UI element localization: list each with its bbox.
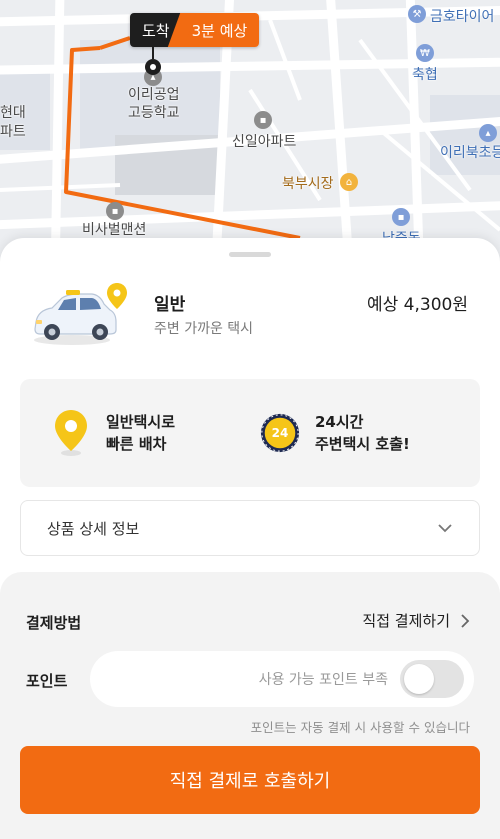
destination-marker-icon <box>145 59 161 75</box>
map-label-apartment-partial-2: 파트 <box>0 124 26 140</box>
payment-method-selector[interactable]: 직접 결제하기 <box>362 610 470 631</box>
apartment-icon[interactable]: ▪ <box>254 111 272 129</box>
map-label-apartment-partial-1: 현대 <box>0 105 26 121</box>
payment-method-value: 직접 결제하기 <box>362 612 450 630</box>
tire-shop-icon[interactable]: ⚒ <box>408 5 426 23</box>
feature-1-line-1: 일반택시로 <box>106 413 176 431</box>
map-label-bank: 축협 <box>412 67 438 83</box>
estimated-price: 예상 4,300원 <box>367 295 468 315</box>
feature-1-line-2: 빠른 배차 <box>106 435 167 453</box>
eta-badge: 도착 3분 예상 <box>130 13 260 47</box>
map-view[interactable]: 현대 파트 ⚒ 금호타이어 ▴ 이리공업 고등학교 ₩ 축협 ▪ 신일아파트 ▴… <box>0 0 500 270</box>
sheet-drag-handle[interactable] <box>229 252 271 257</box>
24-hour-icon: 24 <box>259 409 301 457</box>
product-title: 일반 <box>154 295 186 315</box>
product-subtitle: 주변 가까운 택시 <box>154 321 254 337</box>
map-label-elementary: 이리북초등 <box>440 145 500 161</box>
point-placeholder: 사용 가능 포인트 부족 <box>258 672 388 688</box>
location-pin-icon <box>50 409 92 457</box>
taxi-car-icon <box>30 282 130 348</box>
feature-2-line-2: 주변택시 호출! <box>315 435 410 453</box>
map-label-mansion: 비사벌맨션 <box>82 222 147 238</box>
feature-fast-dispatch: 일반택시로 빠른 배차 <box>50 379 175 487</box>
eta-time-label: 3분 예상 <box>167 13 260 47</box>
bottom-sheet: 일반 주변 가까운 택시 예상 4,300원 일반택시로 빠른 배차 24 24… <box>0 238 500 839</box>
point-toggle-knob <box>404 664 434 694</box>
elementary-school-icon[interactable]: ▴ <box>479 124 497 142</box>
chevron-right-icon <box>461 613 470 628</box>
product-detail-label: 상품 상세 정보 <box>47 519 140 538</box>
point-toggle[interactable] <box>400 660 464 698</box>
map-label-school-2: 고등학교 <box>128 105 180 121</box>
map-label-school-1: 이리공업 <box>128 87 180 103</box>
map-label-tire-shop: 금호타이어 <box>430 9 495 25</box>
point-note: 포인트는 자동 결제 시 사용할 수 있습니다 <box>250 720 470 735</box>
feature-2-line-1: 24시간 <box>315 413 364 431</box>
map-label-apartment: 신일아파트 <box>232 134 297 150</box>
point-label: 포인트 <box>26 672 68 690</box>
district-office-icon[interactable]: ▪ <box>392 208 410 226</box>
payment-panel: 결제방법 직접 결제하기 포인트 사용 가능 포인트 부족 포인트는 자동 결제… <box>0 572 500 839</box>
pin-icon <box>107 283 127 309</box>
chevron-down-icon <box>438 524 452 533</box>
payment-method-label: 결제방법 <box>26 614 82 632</box>
24-hour-icon-text: 24 <box>271 426 289 440</box>
eta-time-text: 3분 예상 <box>191 21 248 40</box>
destination-stem <box>152 47 154 59</box>
market-icon[interactable]: ⌂ <box>340 173 358 191</box>
map-label-market: 북부시장 <box>282 176 334 192</box>
mansion-icon[interactable]: ▪ <box>106 202 124 220</box>
call-taxi-button[interactable]: 직접 결제로 호출하기 <box>20 746 480 814</box>
bank-icon[interactable]: ₩ <box>416 44 434 62</box>
product-detail-dropdown[interactable]: 상품 상세 정보 <box>20 500 480 556</box>
feature-24-hours: 24 24시간 주변택시 호출! <box>259 379 410 487</box>
feature-box: 일반택시로 빠른 배차 24 24시간 주변택시 호출! <box>20 379 480 487</box>
point-field: 사용 가능 포인트 부족 <box>90 651 474 707</box>
